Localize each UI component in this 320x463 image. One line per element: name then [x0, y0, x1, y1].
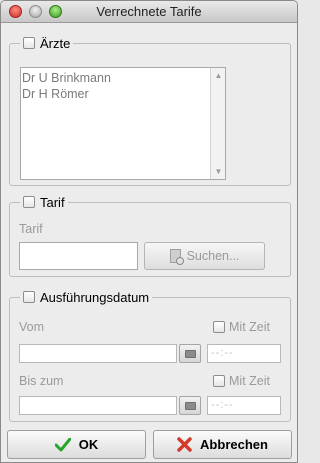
bis-time-field[interactable]: --:--	[207, 396, 281, 415]
tarif-label: Tarif	[40, 194, 65, 210]
vom-mit-zeit-label: Mit Zeit	[229, 320, 270, 334]
search-button-label: Suchen...	[186, 249, 240, 263]
ausfuehrungsdatum-checkbox[interactable]	[23, 291, 35, 303]
tarif-checkbox[interactable]	[23, 196, 35, 208]
aerzte-checkbox[interactable]	[23, 37, 35, 49]
cancel-button-label: Abbrechen	[200, 437, 268, 452]
calendar-icon	[184, 401, 196, 410]
scroll-down-arrow-icon[interactable]: ▼	[211, 164, 226, 179]
checkmark-icon	[54, 437, 71, 452]
ok-button-label: OK	[78, 437, 99, 452]
tarif-input[interactable]	[19, 242, 138, 270]
ok-button[interactable]: OK	[7, 430, 146, 459]
vom-time-field[interactable]: --:--	[207, 344, 281, 363]
x-icon	[177, 437, 192, 452]
vom-label: Vom	[19, 320, 45, 334]
bis-date-field[interactable]	[19, 396, 177, 415]
ausfuehrungsdatum-label: Ausführungsdatum	[40, 289, 150, 305]
title-bar: Verrechnete Tarife	[1, 1, 297, 23]
aerzte-section: Ärzte Dr U Brinkmann Dr H Römer ▲ ▼	[9, 35, 291, 186]
bis-calendar-button[interactable]	[179, 396, 201, 415]
vertical-scrollbar[interactable]: ▲ ▼	[210, 68, 225, 179]
bis-mit-zeit-checkbox[interactable]	[213, 375, 225, 387]
list-item[interactable]: Dr U Brinkmann	[21, 70, 225, 86]
tarif-section: Tarif Tarif Suchen...	[9, 194, 291, 277]
vom-mit-zeit-checkbox[interactable]	[213, 321, 225, 333]
vom-mit-zeit[interactable]: Mit Zeit	[213, 320, 270, 334]
tarif-field-label: Tarif	[19, 222, 43, 236]
tarif-legend: Tarif	[20, 194, 68, 210]
aerzte-legend: Ärzte	[20, 35, 74, 51]
bis-label: Bis zum	[19, 374, 64, 388]
calendar-icon	[184, 349, 196, 358]
ausfuehrungsdatum-section: Ausführungsdatum Vom Mit Zeit --:-- Bis …	[9, 289, 291, 422]
window-title: Verrechnete Tarife	[96, 4, 202, 19]
aerzte-label: Ärzte	[40, 35, 71, 51]
cancel-button[interactable]: Abbrechen	[153, 430, 292, 459]
search-document-icon	[169, 249, 184, 265]
bis-mit-zeit-label: Mit Zeit	[229, 374, 270, 388]
vom-date-field[interactable]	[19, 344, 177, 363]
scroll-up-arrow-icon[interactable]: ▲	[211, 68, 226, 83]
list-item[interactable]: Dr H Römer	[21, 86, 225, 102]
vom-calendar-button[interactable]	[179, 344, 201, 363]
aerzte-list[interactable]: Dr U Brinkmann Dr H Römer ▲ ▼	[20, 67, 226, 180]
bis-mit-zeit[interactable]: Mit Zeit	[213, 374, 270, 388]
ausfuehrungsdatum-legend: Ausführungsdatum	[20, 289, 153, 305]
dialog-window: Verrechnete Tarife Ärzte Dr U Brinkmann …	[0, 0, 298, 463]
search-button[interactable]: Suchen...	[144, 242, 265, 270]
